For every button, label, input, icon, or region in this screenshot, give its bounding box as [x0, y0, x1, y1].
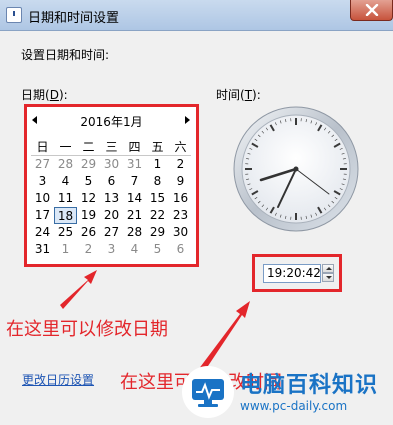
change-calendar-link[interactable]: 更改日历设置 — [22, 371, 94, 388]
monitor-logo-icon — [182, 366, 234, 418]
watermark-url: www.pc-daily.com — [240, 399, 348, 413]
date-annotation: 在这里可以修改日期 — [6, 319, 168, 340]
date-arrow — [60, 270, 97, 309]
watermark-logo: 电脑百科知识 www.pc-daily.com — [180, 364, 393, 425]
watermark-name: 电脑百科知识 — [240, 373, 379, 398]
annotation-arrows — [60, 270, 250, 378]
